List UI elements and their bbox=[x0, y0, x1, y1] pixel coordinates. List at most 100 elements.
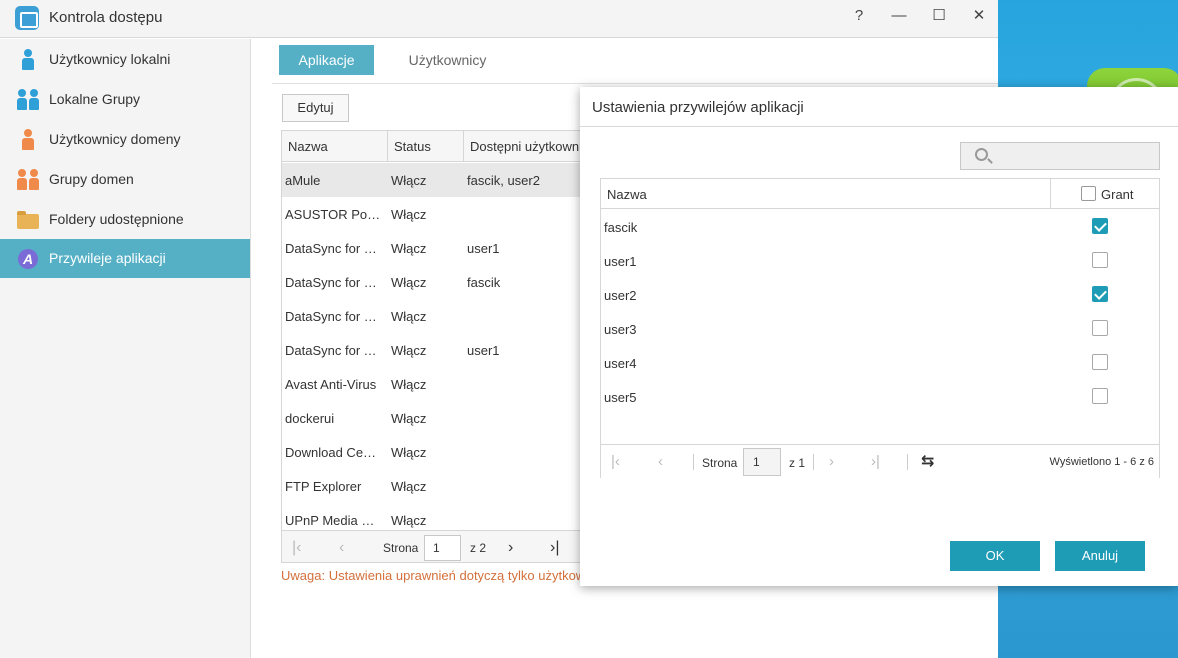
ok-button[interactable]: OK bbox=[950, 541, 1040, 571]
grant-checkbox[interactable] bbox=[1092, 320, 1108, 336]
cell-name: aMule bbox=[285, 173, 321, 188]
table-row[interactable]: FTP Explorer Włącz bbox=[282, 469, 580, 503]
refresh-icon[interactable]: ⇆ bbox=[921, 451, 934, 471]
list-item[interactable]: user5 bbox=[601, 380, 1159, 414]
dialog-pager: |‹ ‹ Strona 1 z 1 › ›| ⇆ Wyświetlono 1 -… bbox=[601, 444, 1159, 478]
page-label: Strona bbox=[702, 456, 738, 470]
table-pager: |‹ ‹ Strona 1 z 2 › ›| bbox=[282, 530, 580, 562]
edit-button[interactable]: Edytuj bbox=[282, 94, 349, 122]
cell-name: DataSync for Dropbox bbox=[285, 241, 383, 256]
table-row[interactable]: Download Center Włącz bbox=[282, 435, 580, 469]
first-page-icon[interactable]: |‹ bbox=[292, 539, 301, 557]
group-icon bbox=[17, 89, 39, 111]
list-item[interactable]: user4 bbox=[601, 346, 1159, 380]
sidebar-item-label: Lokalne Grupy bbox=[49, 91, 141, 107]
sidebar-item-local-groups[interactable]: Lokalne Grupy bbox=[0, 80, 250, 119]
grant-checkbox[interactable] bbox=[1092, 354, 1108, 370]
cell-status: Włącz bbox=[391, 275, 427, 290]
column-header-grant: Grant bbox=[1101, 187, 1134, 202]
tab-applications[interactable]: Aplikacje bbox=[279, 45, 374, 75]
sidebar-item-label: Foldery udostępnione bbox=[49, 211, 184, 227]
cell-status: Włącz bbox=[391, 343, 427, 358]
sidebar-item-local-users[interactable]: Użytkownicy lokalni bbox=[0, 40, 250, 79]
pager-info: Wyświetlono 1 - 6 z 6 bbox=[1049, 456, 1154, 468]
dialog-title: Ustawienia przywilejów aplikacji bbox=[592, 99, 804, 116]
grant-checkbox[interactable] bbox=[1092, 252, 1108, 268]
cell-name: Avast Anti-Virus bbox=[285, 377, 377, 392]
column-header-name[interactable]: Nazwa bbox=[288, 139, 328, 154]
column-header-status[interactable]: Status bbox=[394, 139, 431, 154]
table-header: Nazwa Grant bbox=[601, 179, 1159, 209]
cell-name: UPnP Media Server bbox=[285, 513, 383, 528]
table-row[interactable]: dockerui Włącz bbox=[282, 401, 580, 435]
prev-page-icon[interactable]: ‹ bbox=[339, 539, 344, 557]
cell-name: ASUSTOR Portal bbox=[285, 207, 383, 222]
sidebar-item-label: Użytkownicy domeny bbox=[49, 131, 181, 147]
table-row[interactable]: DataSync for Microsoft OneDrive Włącz fa… bbox=[282, 265, 580, 299]
last-page-icon[interactable]: ›| bbox=[871, 453, 880, 470]
grant-all-checkbox[interactable] bbox=[1081, 186, 1096, 201]
tab-users[interactable]: Użytkownicy bbox=[390, 45, 505, 75]
table-row[interactable]: DataSync for Dropbox Włącz user1 bbox=[282, 231, 580, 265]
last-page-icon[interactable]: ›| bbox=[550, 539, 559, 557]
first-page-icon[interactable]: |‹ bbox=[611, 453, 620, 470]
table-header: Nazwa Status Dostępni użytkownicy bbox=[282, 131, 580, 162]
sidebar-item-shared-folders[interactable]: Foldery udostępnione bbox=[0, 200, 250, 239]
page-total: z 2 bbox=[470, 541, 487, 555]
table-row[interactable]: aMule Włącz fascik, user2 bbox=[282, 163, 580, 197]
next-page-icon[interactable]: › bbox=[829, 453, 834, 470]
table-row[interactable]: ASUSTOR Portal Włącz bbox=[282, 197, 580, 231]
cell-status: Włącz bbox=[391, 173, 427, 188]
list-item[interactable]: user2 bbox=[601, 278, 1159, 312]
table-row[interactable]: DataSync for Yandex Włącz user1 bbox=[282, 333, 580, 367]
cell-name: DataSync for Microsoft OneDrive bbox=[285, 275, 383, 290]
cancel-button[interactable]: Anuluj bbox=[1055, 541, 1145, 571]
column-header-users[interactable]: Dostępni użytkownicy bbox=[470, 139, 580, 154]
user-name: user1 bbox=[604, 254, 637, 269]
table-row[interactable]: DataSync for Google Drive Włącz bbox=[282, 299, 580, 333]
close-button[interactable]: ✕ bbox=[966, 4, 992, 28]
cell-users: fascik, user2 bbox=[467, 173, 540, 188]
app-privilege-dialog: Ustawienia przywilejów aplikacji Nazwa G… bbox=[580, 87, 1178, 586]
list-item[interactable]: user1 bbox=[601, 244, 1159, 278]
sidebar-item-app-privileges[interactable]: A Przywileje aplikacji bbox=[0, 239, 250, 278]
applications-table: Nazwa Status Dostępni użytkownicy aMule … bbox=[281, 130, 581, 563]
grant-checkbox[interactable] bbox=[1092, 286, 1108, 302]
cell-status: Włącz bbox=[391, 309, 427, 324]
sidebar-item-domain-groups[interactable]: Grupy domen bbox=[0, 160, 250, 199]
tab-divider bbox=[272, 83, 998, 84]
page-input[interactable]: 1 bbox=[743, 448, 781, 476]
page-label: Strona bbox=[383, 541, 419, 555]
list-item[interactable]: fascik bbox=[601, 210, 1159, 244]
page-total: z 1 bbox=[789, 456, 806, 470]
domain-user-icon bbox=[17, 129, 39, 151]
prev-page-icon[interactable]: ‹ bbox=[658, 453, 663, 470]
sidebar-item-label: Użytkownicy lokalni bbox=[49, 51, 171, 67]
list-item[interactable]: user3 bbox=[601, 312, 1159, 346]
grant-checkbox[interactable] bbox=[1092, 388, 1108, 404]
page-input[interactable]: 1 bbox=[424, 535, 461, 561]
user-name: user3 bbox=[604, 322, 637, 337]
dialog-divider bbox=[580, 126, 1178, 127]
column-header-name[interactable]: Nazwa bbox=[607, 187, 647, 202]
grant-checkbox[interactable] bbox=[1092, 218, 1108, 234]
user-name: user2 bbox=[604, 288, 637, 303]
user-name: fascik bbox=[604, 220, 638, 235]
sidebar-item-label: Grupy domen bbox=[49, 171, 134, 187]
help-button[interactable]: ? bbox=[846, 4, 872, 28]
sidebar-item-domain-users[interactable]: Użytkownicy domeny bbox=[0, 120, 250, 159]
users-grant-table: Nazwa Grant fascik user1 user2 user3 use… bbox=[600, 178, 1160, 478]
minimize-button[interactable]: — bbox=[886, 4, 912, 28]
next-page-icon[interactable]: › bbox=[508, 539, 513, 557]
maximize-button[interactable]: ☐ bbox=[926, 4, 952, 28]
cell-users: fascik bbox=[467, 275, 501, 290]
table-row[interactable]: Avast Anti-Virus Włącz bbox=[282, 367, 580, 401]
search-input[interactable] bbox=[960, 142, 1160, 170]
user-name: user5 bbox=[604, 390, 637, 405]
title-bar[interactable]: Kontrola dostępu ? — ☐ ✕ bbox=[0, 0, 998, 38]
sidebar: Użytkownicy lokalni Lokalne Grupy Użytko… bbox=[0, 39, 251, 658]
cell-status: Włącz bbox=[391, 513, 427, 528]
sidebar-item-label: Przywileje aplikacji bbox=[49, 250, 166, 266]
domain-group-icon bbox=[17, 169, 39, 191]
cell-name: DataSync for Yandex bbox=[285, 343, 383, 358]
